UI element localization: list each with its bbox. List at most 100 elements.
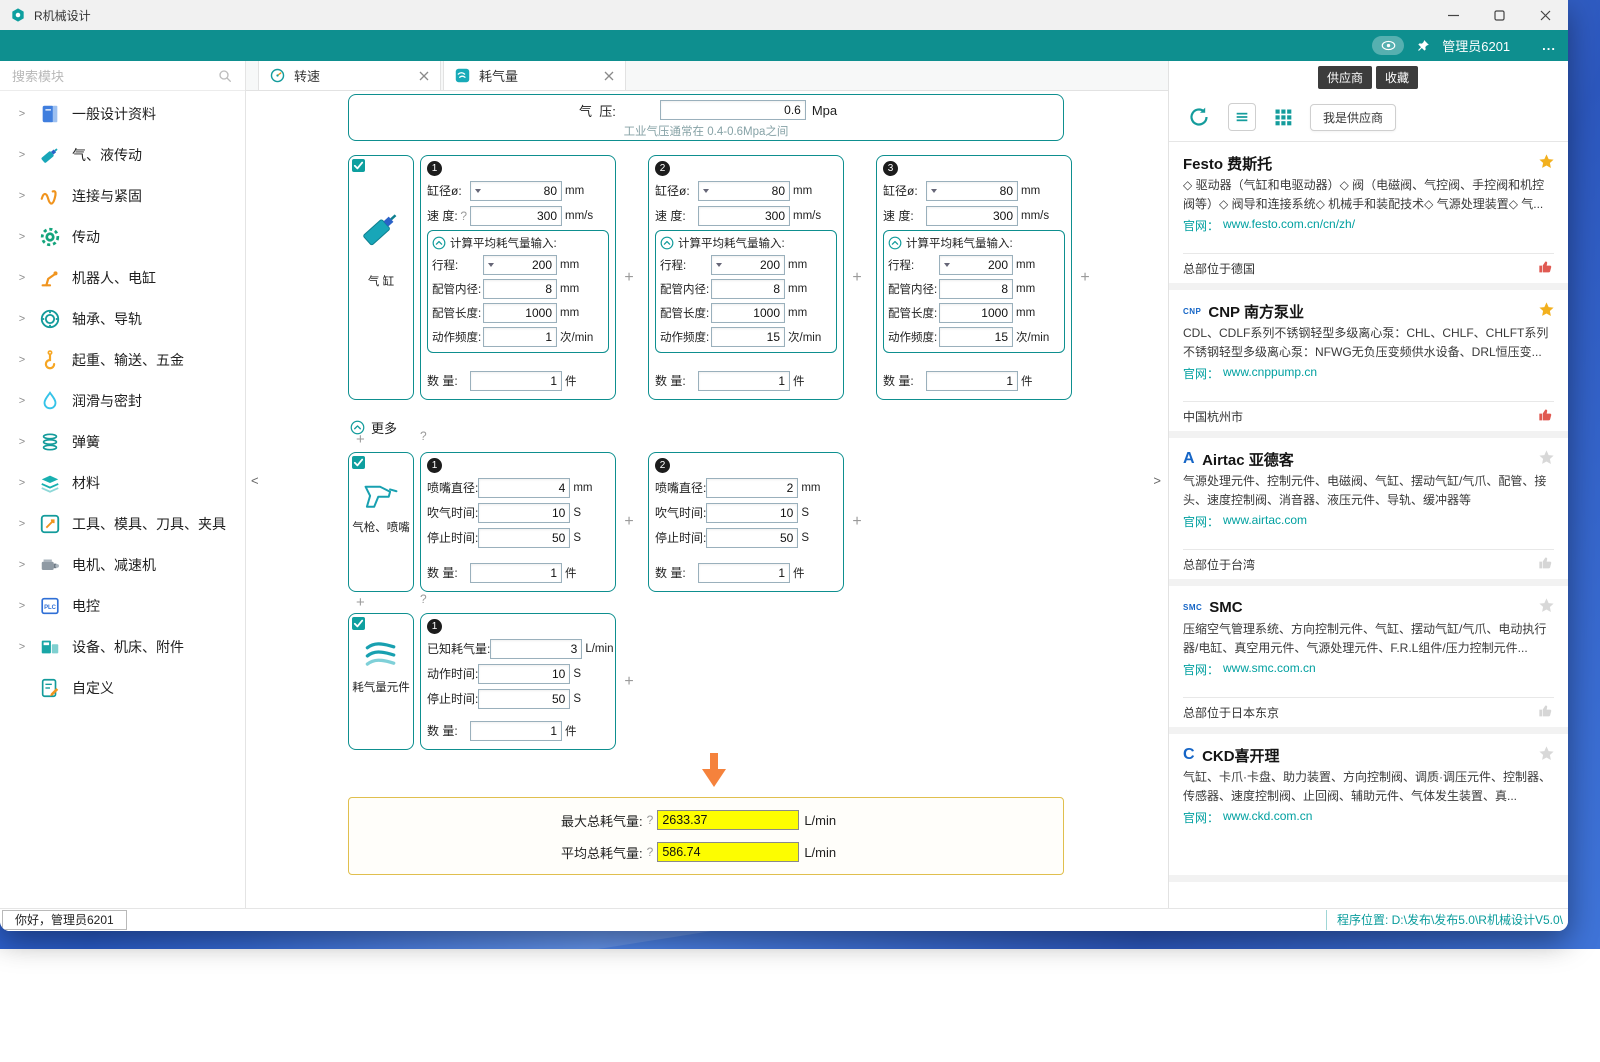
combo-caret-icon[interactable] bbox=[716, 263, 722, 267]
group-checkbox[interactable] bbox=[352, 456, 365, 469]
sidebar-item[interactable]: 自定义 bbox=[0, 667, 245, 708]
supplier-card[interactable]: CCKD喜开理气缸、卡爪·卡盘、助力装置、方向控制阀、调质·调压元件、控制器、传… bbox=[1169, 734, 1568, 882]
combo-caret-icon[interactable] bbox=[475, 189, 481, 193]
sidebar-item[interactable]: >起重、输送、五金 bbox=[0, 339, 245, 380]
value-input[interactable]: 1000 bbox=[939, 303, 1013, 323]
sidebar-item[interactable]: >材料 bbox=[0, 462, 245, 503]
value-input[interactable]: 1 bbox=[698, 563, 790, 583]
value-input[interactable]: 1 bbox=[470, 371, 562, 391]
list-view-button[interactable] bbox=[1228, 103, 1256, 131]
value-input[interactable]: 1 bbox=[470, 721, 562, 741]
collapse-header[interactable]: 计算平均耗气量输入: bbox=[660, 232, 832, 253]
document-tab[interactable]: 耗气量 bbox=[443, 61, 626, 90]
thumbs-up-icon[interactable] bbox=[1538, 259, 1554, 278]
supplier-card[interactable]: SMCSMC压缩空气管理系统、方向控制元件、气缸、摆动气缸/气爪、电动执行器/电… bbox=[1169, 586, 1568, 734]
group-checkbox[interactable] bbox=[352, 159, 365, 172]
value-input[interactable]: 50 bbox=[706, 528, 798, 548]
collapse-header[interactable]: 计算平均耗气量输入: bbox=[888, 232, 1060, 253]
favorite-star-icon[interactable] bbox=[1538, 153, 1555, 175]
value-input[interactable]: 50 bbox=[478, 528, 570, 548]
value-input[interactable]: 200 bbox=[711, 255, 785, 275]
value-input[interactable]: 1000 bbox=[483, 303, 557, 323]
value-input[interactable]: 1000 bbox=[711, 303, 785, 323]
value-input[interactable]: 1 bbox=[483, 327, 557, 347]
value-input[interactable]: 8 bbox=[483, 279, 557, 299]
value-input[interactable]: 10 bbox=[706, 503, 798, 523]
favorite-star-icon[interactable] bbox=[1538, 449, 1555, 471]
value-input[interactable]: 8 bbox=[939, 279, 1013, 299]
combo-caret-icon[interactable] bbox=[703, 189, 709, 193]
sidebar-item[interactable]: >设备、机床、附件 bbox=[0, 626, 245, 667]
favorite-star-icon[interactable] bbox=[1538, 745, 1555, 767]
add-panel-button[interactable]: + bbox=[616, 613, 642, 750]
thumbs-up-icon[interactable] bbox=[1538, 407, 1554, 426]
sidebar-item[interactable]: >工具、模具、刀具、夹具 bbox=[0, 503, 245, 544]
add-panel-button[interactable]: + bbox=[844, 155, 870, 400]
help-icon[interactable]: ? bbox=[647, 845, 654, 859]
sidebar-item[interactable]: >润滑与密封 bbox=[0, 380, 245, 421]
sidebar-item[interactable]: >PLC电控 bbox=[0, 585, 245, 626]
add-row-button[interactable]: + bbox=[356, 431, 365, 448]
supplier-website-link[interactable]: www.smc.com.cn bbox=[1223, 661, 1316, 678]
add-panel-button[interactable]: + bbox=[616, 155, 642, 400]
value-input[interactable]: 10 bbox=[478, 664, 570, 684]
supplier-card[interactable]: CNPCNP 南方泵业CDL、CDLF系列不锈钢轻型多级离心泵：CHL、CHLF… bbox=[1169, 290, 1568, 438]
favorite-star-icon[interactable] bbox=[1538, 301, 1555, 323]
combo-caret-icon[interactable] bbox=[931, 189, 937, 193]
supplier-website-link[interactable]: www.cnppump.cn bbox=[1223, 365, 1317, 382]
value-input[interactable]: 300 bbox=[698, 206, 790, 226]
value-input[interactable]: 1 bbox=[470, 563, 562, 583]
add-panel-button[interactable]: + bbox=[616, 452, 642, 592]
sidebar-item[interactable]: >传动 bbox=[0, 216, 245, 257]
add-panel-button[interactable]: + bbox=[844, 452, 870, 592]
thumbs-up-icon[interactable] bbox=[1538, 555, 1554, 574]
collapse-header[interactable]: 计算平均耗气量输入: bbox=[432, 232, 604, 253]
value-input[interactable]: 80 bbox=[698, 181, 790, 201]
i-am-supplier-button[interactable]: 我是供应商 bbox=[1310, 104, 1396, 131]
add-panel-button[interactable]: + bbox=[1072, 155, 1098, 400]
scroll-right-arrow[interactable]: > bbox=[1153, 473, 1161, 488]
pin-icon[interactable] bbox=[1416, 39, 1430, 53]
close-button[interactable] bbox=[1522, 0, 1568, 30]
module-search-input[interactable]: 搜索模块 bbox=[0, 61, 245, 91]
tab-close-icon[interactable] bbox=[603, 70, 615, 82]
favorite-star-icon[interactable] bbox=[1538, 597, 1555, 619]
tab-close-icon[interactable] bbox=[418, 70, 430, 82]
value-input[interactable]: 300 bbox=[926, 206, 1018, 226]
sidebar-item[interactable]: >轴承、导轨 bbox=[0, 298, 245, 339]
combo-caret-icon[interactable] bbox=[488, 263, 494, 267]
minimize-button[interactable] bbox=[1430, 0, 1476, 30]
help-icon[interactable]: ? bbox=[420, 429, 427, 443]
sidebar-item[interactable]: >气、液传动 bbox=[0, 134, 245, 175]
supplier-card[interactable]: AAirtac 亚德客气源处理元件、控制元件、电磁阀、气缸、摆动气缸/气爪、配管… bbox=[1169, 438, 1568, 586]
sidebar-item[interactable]: >弹簧 bbox=[0, 421, 245, 462]
pressure-input[interactable]: 0.6 bbox=[660, 100, 806, 120]
sidebar-item[interactable]: >机器人、电缸 bbox=[0, 257, 245, 298]
value-input[interactable]: 1 bbox=[926, 371, 1018, 391]
help-icon[interactable]: ? bbox=[460, 209, 467, 223]
sidebar-item[interactable]: >电机、减速机 bbox=[0, 544, 245, 585]
grid-view-button[interactable] bbox=[1273, 107, 1293, 127]
value-input[interactable]: 300 bbox=[470, 206, 562, 226]
scroll-left-arrow[interactable]: < bbox=[251, 473, 259, 488]
document-tab[interactable]: 转速 bbox=[258, 61, 441, 90]
sidebar-item[interactable]: >连接与紧固 bbox=[0, 175, 245, 216]
value-input[interactable]: 2 bbox=[706, 478, 798, 498]
value-input[interactable]: 80 bbox=[926, 181, 1018, 201]
value-input[interactable]: 15 bbox=[939, 327, 1013, 347]
refresh-button[interactable] bbox=[1187, 105, 1211, 129]
more-menu[interactable]: ... bbox=[1542, 38, 1556, 53]
combo-caret-icon[interactable] bbox=[944, 263, 950, 267]
maximize-button[interactable] bbox=[1476, 0, 1522, 30]
supplier-website-link[interactable]: www.festo.com.cn/cn/zh/ bbox=[1223, 217, 1355, 234]
value-input[interactable]: 200 bbox=[939, 255, 1013, 275]
value-input[interactable]: 80 bbox=[470, 181, 562, 201]
value-input[interactable]: 15 bbox=[711, 327, 785, 347]
value-input[interactable]: 50 bbox=[478, 689, 570, 709]
value-input[interactable]: 10 bbox=[478, 503, 570, 523]
value-input[interactable]: 4 bbox=[478, 478, 570, 498]
supplier-panel-tab[interactable]: 收藏 bbox=[1376, 66, 1418, 89]
supplier-card[interactable]: Festo 费斯托◇ 驱动器（气缸和电驱动器）◇ 阀（电磁阀、气控阀、手控阀和机… bbox=[1169, 142, 1568, 290]
add-row-button[interactable]: + bbox=[356, 594, 365, 611]
value-input[interactable]: 1 bbox=[698, 371, 790, 391]
